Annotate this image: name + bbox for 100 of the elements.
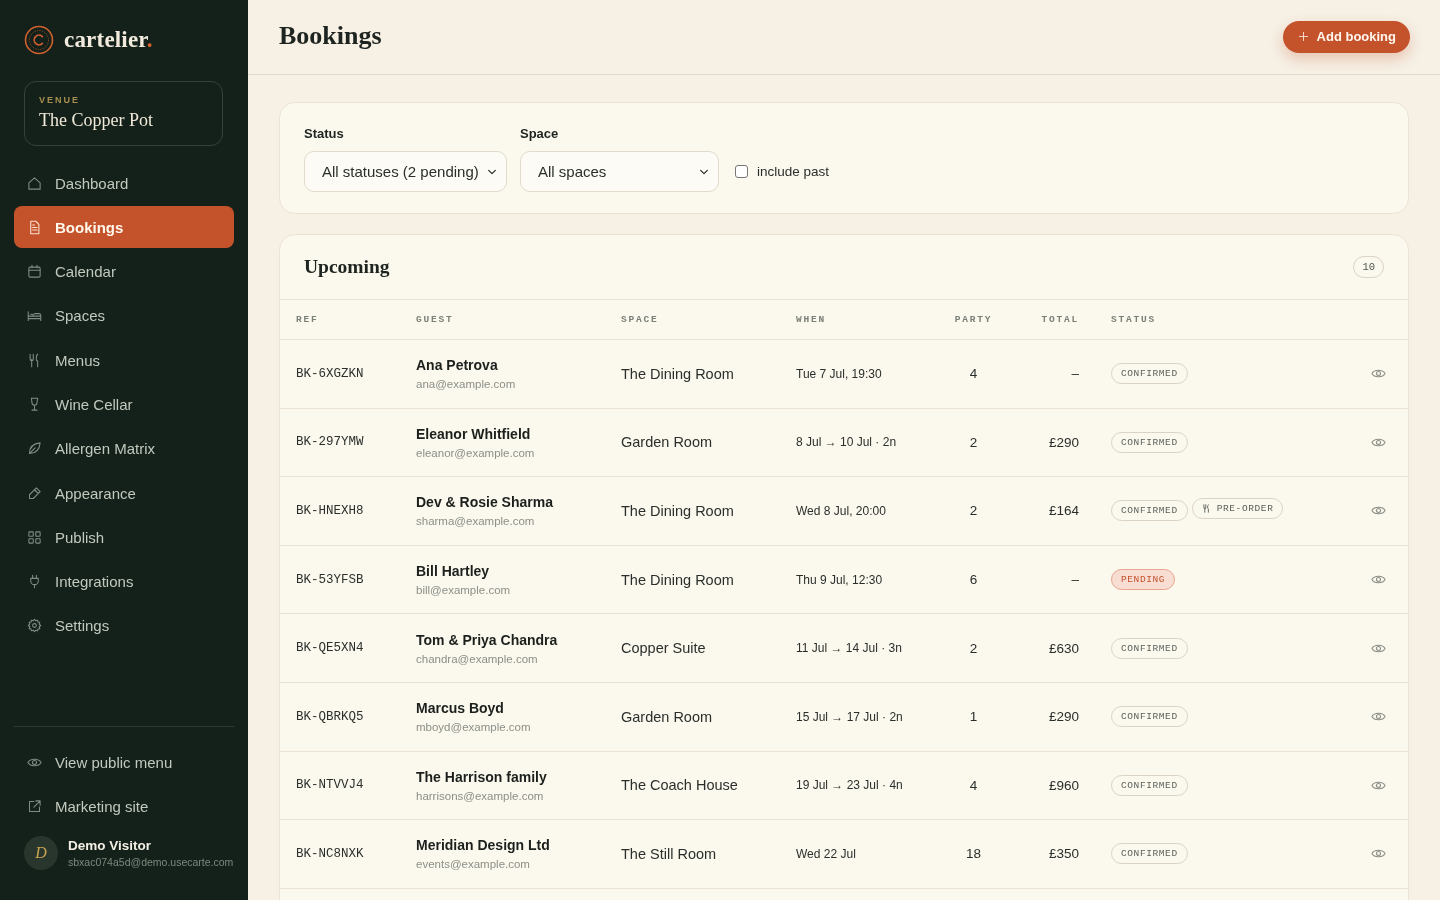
field-label: Space bbox=[520, 126, 560, 142]
guest-name: Eleanor Whitfield bbox=[416, 425, 531, 442]
booking-ref: BK-QE5XN4 bbox=[296, 641, 365, 656]
fork-knife-icon bbox=[1201, 504, 1211, 514]
nav-item[interactable]: Wine Cellar bbox=[14, 383, 234, 426]
user-avatar: D bbox=[24, 836, 58, 870]
column-header: GUEST bbox=[416, 314, 455, 325]
booking-total: £960 bbox=[1048, 777, 1079, 793]
nav-item[interactable]: Spaces bbox=[14, 294, 234, 337]
document-icon bbox=[27, 219, 42, 235]
guest-email: harrisons@example.com bbox=[416, 789, 544, 802]
space-select[interactable]: All spaces bbox=[520, 151, 719, 192]
status-pill: CONFIRMED bbox=[1111, 500, 1188, 522]
booking-total: – bbox=[1071, 366, 1079, 382]
space-name: Copper Suite bbox=[621, 640, 707, 657]
guest-name: Marcus Boyd bbox=[416, 700, 504, 717]
status-pill: CONFIRMED bbox=[1111, 843, 1188, 865]
status-pill: CONFIRMED bbox=[1111, 363, 1188, 385]
plus-icon bbox=[1297, 31, 1309, 42]
guest-name: Bill Hartley bbox=[416, 563, 490, 580]
booking-date: Wed 22 Jul bbox=[796, 846, 857, 861]
party-size: 4 bbox=[969, 777, 978, 793]
nav-item[interactable]: Appearance bbox=[14, 472, 234, 515]
guest-email: chandra@example.com bbox=[416, 652, 538, 665]
booking-date: Thu 9 Jul, 12:30 bbox=[796, 572, 884, 587]
column-header: SPACE bbox=[621, 314, 660, 325]
sidebar-link[interactable]: View public menu bbox=[14, 741, 234, 783]
booking-date: 15 Jul → 17 Jul · 2n bbox=[796, 709, 904, 724]
space-name: The Dining Room bbox=[621, 365, 735, 382]
status-pill: CONFIRMED bbox=[1111, 431, 1188, 453]
column-header: REF bbox=[296, 314, 320, 325]
nav-item[interactable]: Menus bbox=[14, 339, 234, 382]
guest-email: events@example.com bbox=[416, 858, 530, 871]
nav-item[interactable]: Allergen Matrix bbox=[14, 427, 234, 470]
status-pill: CONFIRMED bbox=[1111, 706, 1188, 728]
space-name: The Dining Room bbox=[621, 503, 735, 519]
venue-name: The Copper Pot bbox=[39, 110, 154, 131]
space-name: Garden Room bbox=[621, 434, 714, 451]
booking-ref: BK-NC8NXK bbox=[296, 846, 365, 861]
venue-label: VENUE bbox=[39, 95, 81, 105]
space-name: Garden Room bbox=[621, 708, 714, 725]
booking-date: 11 Jul → 14 Jul · 3n bbox=[796, 641, 903, 656]
status-pill: CONFIRMED bbox=[1111, 774, 1188, 796]
booking-date: 8 Jul → 10 Jul · 2n bbox=[796, 435, 898, 450]
status-select[interactable]: All statuses (2 pending) bbox=[304, 151, 507, 192]
plug-icon bbox=[27, 574, 42, 590]
booking-total: £290 bbox=[1048, 434, 1079, 450]
party-size: 6 bbox=[969, 572, 978, 588]
booking-total: – bbox=[1071, 572, 1079, 588]
column-header: STATUS bbox=[1110, 314, 1157, 325]
booking-total: £350 bbox=[1048, 846, 1079, 862]
circle-logo-icon bbox=[24, 25, 54, 55]
party-size: 2 bbox=[969, 640, 978, 656]
guest-name: The Harrison family bbox=[416, 768, 547, 785]
guest-name: Tom & Priya Chandra bbox=[416, 631, 558, 648]
column-header: TOTAL bbox=[1041, 314, 1079, 325]
section-title: Upcoming bbox=[304, 256, 390, 278]
guest-email: ana@example.com bbox=[416, 378, 516, 391]
space-name: The Still Room bbox=[621, 845, 718, 862]
guest-email: eleanor@example.com bbox=[416, 446, 535, 459]
page-title: Bookings bbox=[279, 21, 382, 51]
nav-item[interactable]: Settings bbox=[14, 604, 234, 647]
add-booking-button[interactable]: Add booking bbox=[1282, 20, 1410, 53]
booking-total: £164 bbox=[1048, 503, 1079, 519]
gear-icon bbox=[27, 618, 42, 634]
booking-total: £290 bbox=[1048, 709, 1079, 725]
checkbox-label: include past bbox=[757, 164, 830, 179]
status-pill: CONFIRMED bbox=[1111, 637, 1188, 659]
nav-item[interactable]: Calendar bbox=[14, 250, 234, 293]
booking-date: Tue 7 Jul, 19:30 bbox=[796, 366, 883, 381]
include-past-checkbox[interactable] bbox=[735, 165, 748, 178]
party-size: 1 bbox=[969, 709, 978, 725]
status-pill: PENDING bbox=[1111, 569, 1176, 591]
nav-item[interactable]: Bookings bbox=[14, 206, 234, 249]
party-size: 4 bbox=[969, 366, 978, 382]
booking-total: £630 bbox=[1048, 640, 1079, 656]
pencil-icon bbox=[27, 485, 42, 501]
nav-item[interactable]: Publish bbox=[14, 516, 234, 559]
booking-ref: BK-6XGZKN bbox=[296, 366, 365, 381]
external-link-icon bbox=[27, 798, 42, 814]
booking-date: 19 Jul → 23 Jul · 4n bbox=[796, 778, 904, 793]
tag-label: PRE-ORDER bbox=[1216, 503, 1274, 515]
guest-email: mboyd@example.com bbox=[416, 721, 531, 734]
guest-name: Meridian Design Ltd bbox=[416, 837, 550, 854]
guest-email: bill@example.com bbox=[416, 584, 511, 597]
sidebar-link[interactable]: Marketing site bbox=[14, 785, 234, 827]
booking-date: Wed 8 Jul, 20:00 bbox=[796, 504, 887, 518]
booking-ref: BK-QBRKQ5 bbox=[296, 709, 365, 724]
nav-item[interactable]: Integrations bbox=[14, 560, 234, 603]
venue-card[interactable]: VENUE The Copper Pot bbox=[24, 81, 223, 146]
space-name: The Coach House bbox=[621, 777, 739, 794]
booking-ref: BK-HNEXH8 bbox=[296, 504, 365, 518]
grid-icon bbox=[27, 529, 42, 545]
nav-item[interactable]: Dashboard bbox=[14, 162, 234, 204]
booking-ref: BK-297YMW bbox=[296, 435, 365, 450]
guest-email: sharma@example.com bbox=[416, 515, 535, 528]
bed-icon bbox=[27, 308, 42, 324]
column-header: PARTY bbox=[954, 314, 993, 325]
brand-name: cartelier. bbox=[64, 27, 153, 53]
home-icon bbox=[27, 175, 42, 191]
